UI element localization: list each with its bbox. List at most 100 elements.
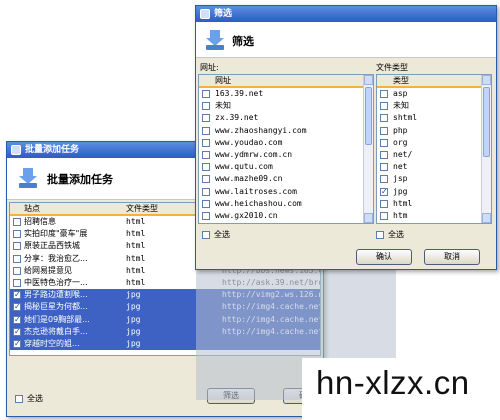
url-select-all[interactable]: 全选 xyxy=(202,230,230,240)
list-item[interactable]: zx.39.net xyxy=(199,112,373,124)
row-checkbox[interactable] xyxy=(13,314,21,326)
type-scroll-up-arrow[interactable] xyxy=(482,75,491,85)
row-checkbox[interactable] xyxy=(13,326,21,338)
list-item[interactable]: html xyxy=(377,198,491,210)
url-checkbox[interactable] xyxy=(202,138,210,147)
table-row[interactable]: 男子路边遭割喉... jpg http://vimg2.ws.126.net/ima… xyxy=(10,289,320,302)
scroll-up-arrow[interactable] xyxy=(364,75,373,85)
row-url: http://img4.cache.netease.com/lady... xyxy=(222,314,320,324)
url-checkbox[interactable] xyxy=(202,102,210,111)
url-checkbox[interactable] xyxy=(202,163,210,172)
type-scroll-down-arrow[interactable] xyxy=(482,213,491,223)
list-item[interactable]: www.laitroses.com xyxy=(199,186,373,198)
filter-titlebar[interactable]: 筛选 xyxy=(196,6,496,22)
scroll-down-arrow[interactable] xyxy=(364,213,373,223)
url-checkbox[interactable] xyxy=(202,175,210,184)
type-checkbox[interactable] xyxy=(380,211,388,220)
filter-header-title: 筛选 xyxy=(232,35,254,48)
list-item[interactable]: shtml xyxy=(377,112,491,124)
type-checkbox[interactable] xyxy=(380,186,388,198)
row-checkbox[interactable] xyxy=(13,266,21,275)
list-item[interactable]: www.youdao.com xyxy=(199,137,373,149)
type-checkbox[interactable] xyxy=(380,199,388,208)
row-checkbox[interactable] xyxy=(13,230,21,239)
list-item[interactable]: net/ xyxy=(377,149,491,161)
list-item[interactable]: www.mazhe09.cn xyxy=(199,173,373,185)
url-list[interactable]: 网址 163.39.net 未知 zx.39.net www.zhaoshangyi.… xyxy=(198,74,374,224)
type-checkbox[interactable] xyxy=(380,150,388,159)
type-list[interactable]: 类型 asp 未知 shtml php org net/net jsp jpg html htm xyxy=(376,74,492,224)
filter-button[interactable]: 筛选 xyxy=(207,388,255,404)
table-row[interactable]: 中医特色治疗一... html http://ask.39.net/browse/1… xyxy=(10,277,320,289)
row-file-type: jpg xyxy=(126,326,141,336)
list-item[interactable]: htm xyxy=(377,210,491,222)
type-checkbox[interactable] xyxy=(380,90,388,98)
list-item[interactable]: www.hohodd.com xyxy=(199,222,373,223)
table-row[interactable]: 她们是09胸部最... jpg http://img4.cache.netease.… xyxy=(10,313,320,326)
row-checkbox[interactable] xyxy=(13,218,21,226)
row-checkbox[interactable] xyxy=(13,254,21,263)
list-item[interactable]: www.gx2010.cn xyxy=(199,210,373,222)
row-checkbox[interactable] xyxy=(13,278,21,287)
row-site-name: 揭秘巨星为何都... xyxy=(24,302,88,312)
type-list-scrollbar[interactable] xyxy=(481,75,491,223)
list-item[interactable]: www.qutu.com xyxy=(199,161,373,173)
column-site[interactable]: 站点 xyxy=(24,203,40,215)
row-file-type: html xyxy=(126,265,146,275)
batch-select-all[interactable]: 全选 xyxy=(15,394,43,404)
type-scroll-thumb[interactable] xyxy=(483,87,490,157)
type-select-all[interactable]: 全选 xyxy=(376,230,404,240)
column-type[interactable]: 类型 xyxy=(393,76,409,85)
type-label: net xyxy=(393,162,408,172)
list-item[interactable]: www.heichashou.com xyxy=(199,198,373,210)
url-checkbox[interactable] xyxy=(202,211,210,220)
url-list-scrollbar[interactable] xyxy=(363,75,373,223)
column-url[interactable]: 网址 xyxy=(215,76,231,85)
select-all-checkbox[interactable] xyxy=(15,395,23,403)
table-row[interactable]: 揭秘巨星为何都... jpg http://img4.cache.netease.c… xyxy=(10,301,320,314)
type-checkbox[interactable] xyxy=(380,163,388,172)
list-item[interactable]: 未知 xyxy=(377,100,491,112)
type-select-all-checkbox[interactable] xyxy=(376,231,384,239)
url-label: www.mazhe09.cn xyxy=(215,174,283,184)
row-file-type: html xyxy=(126,277,146,287)
batch-add-header-title: 批量添加任务 xyxy=(47,173,113,186)
row-site-name: 穿越时空的姐... xyxy=(24,338,80,348)
batch-add-window-title: 批量添加任务 xyxy=(25,145,80,155)
row-checkbox[interactable] xyxy=(13,301,21,313)
filter-ok-button[interactable]: 确认 xyxy=(356,249,412,265)
type-rows: asp 未知 shtml php org net/net jsp jpg html htm xyxy=(377,88,491,222)
url-checkbox[interactable] xyxy=(202,150,210,159)
table-row[interactable]: 穿越时空的姐... jpg xyxy=(10,337,320,351)
list-item[interactable]: jpg xyxy=(377,186,491,198)
list-item[interactable]: 163.39.net xyxy=(199,88,373,100)
list-item[interactable]: www.ydmrw.com.cn xyxy=(199,149,373,161)
url-select-all-checkbox[interactable] xyxy=(202,231,210,239)
url-checkbox[interactable] xyxy=(202,187,210,196)
row-file-type: jpg xyxy=(126,290,141,300)
type-checkbox[interactable] xyxy=(380,175,388,184)
scroll-thumb[interactable] xyxy=(365,87,372,145)
url-checkbox[interactable] xyxy=(202,199,210,208)
list-item[interactable]: asp xyxy=(377,88,491,100)
column-file-type[interactable]: 文件类型 xyxy=(126,203,158,215)
row-checkbox[interactable] xyxy=(13,242,21,251)
filter-cancel-button[interactable]: 取消 xyxy=(424,249,480,265)
type-checkbox[interactable] xyxy=(380,138,388,147)
url-checkbox[interactable] xyxy=(202,126,210,135)
list-item[interactable]: net xyxy=(377,161,491,173)
url-checkbox[interactable] xyxy=(202,90,210,98)
row-checkbox[interactable] xyxy=(13,289,21,301)
list-item[interactable]: php xyxy=(377,125,491,137)
table-row[interactable]: 杰克逊将戴白手... jpg http://img4.cache.netease.c… xyxy=(10,325,320,338)
list-item[interactable]: www.zhaoshangyi.com xyxy=(199,125,373,137)
type-checkbox[interactable] xyxy=(380,102,388,111)
type-label: net/ xyxy=(393,149,413,159)
type-checkbox[interactable] xyxy=(380,126,388,135)
list-item[interactable]: 未知 xyxy=(199,100,373,112)
row-checkbox[interactable] xyxy=(13,338,21,350)
list-item[interactable]: org xyxy=(377,137,491,149)
type-checkbox[interactable] xyxy=(380,114,388,123)
url-checkbox[interactable] xyxy=(202,114,210,123)
list-item[interactable]: jsp xyxy=(377,173,491,185)
